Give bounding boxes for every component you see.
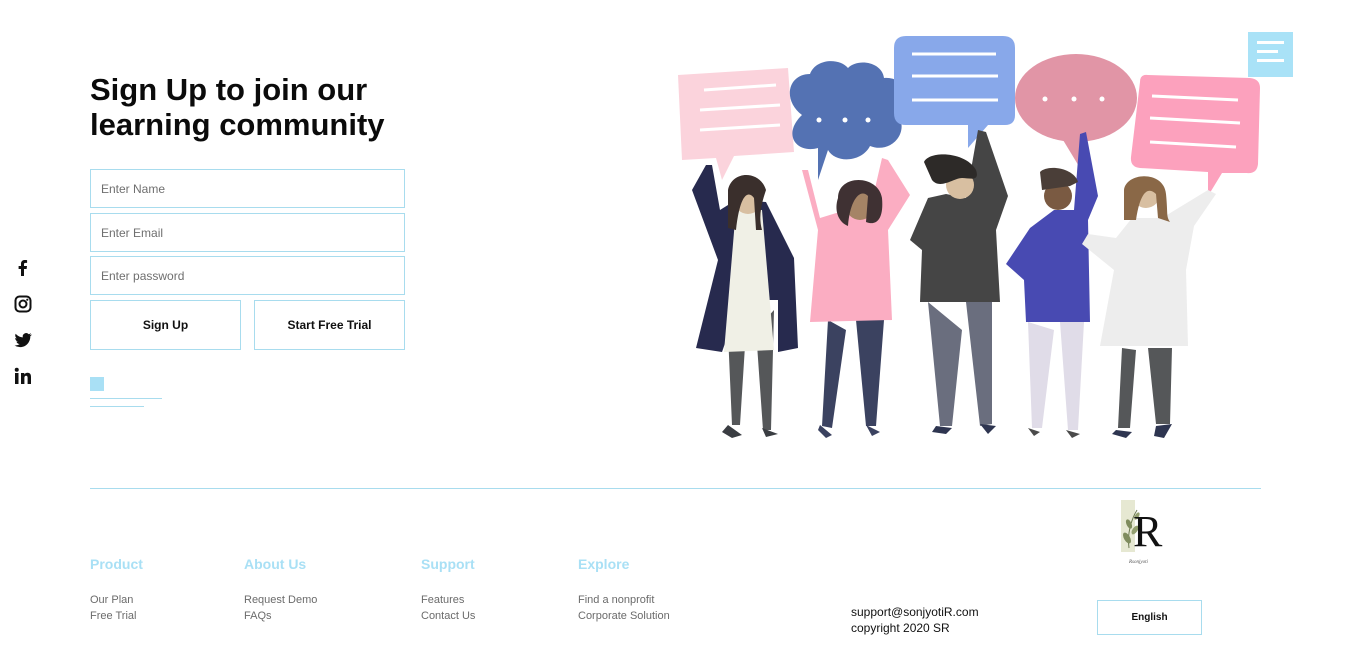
support-email: support@sonjyotiR.com (851, 605, 979, 619)
footer-link-free-trial[interactable]: Free Trial (90, 608, 143, 624)
email-input[interactable] (90, 213, 405, 252)
brand-logo: R Rsonjyoti (1121, 500, 1163, 565)
decorative-square (90, 377, 104, 391)
footer-link-our-plan[interactable]: Our Plan (90, 592, 143, 608)
footer-column-product: Product Our Plan Free Trial (90, 556, 143, 624)
footer-column-explore: Explore Find a nonprofit Corporate Solut… (578, 556, 670, 624)
decorative-line (90, 398, 162, 399)
footer-heading: Explore (578, 556, 630, 572)
footer-heading: Support (421, 556, 475, 572)
copyright-text: copyright 2020 SR (851, 621, 950, 635)
footer-link-features[interactable]: Features (421, 592, 475, 608)
footer-heading: Product (90, 556, 143, 572)
logo-signature: Rsonjyoti (1128, 560, 1148, 565)
footer-link-find-a-nonprofit[interactable]: Find a nonprofit (578, 592, 670, 608)
language-selector[interactable]: English (1097, 600, 1202, 635)
linkedin-icon[interactable] (13, 366, 33, 386)
footer-column-support: Support Features Contact Us (421, 556, 475, 624)
decorative-line (90, 406, 144, 407)
pink-speech-bubble (678, 68, 794, 180)
person-blue-sweater (1006, 132, 1098, 438)
footer-link-faqs[interactable]: FAQs (244, 608, 317, 624)
start-free-trial-button[interactable]: Start Free Trial (254, 300, 405, 350)
footer-link-corporate-solution[interactable]: Corporate Solution (578, 608, 670, 624)
name-input[interactable] (90, 169, 405, 208)
instagram-icon[interactable] (13, 294, 33, 314)
sign-up-button[interactable]: Sign Up (90, 300, 241, 350)
facebook-icon[interactable] (13, 258, 33, 278)
footer-column-about-us: About Us Request Demo FAQs (244, 556, 317, 624)
blue-speech-bubble (894, 36, 1015, 148)
person-dark-grey (910, 130, 1008, 434)
social-sidebar (13, 258, 33, 402)
community-illustration (678, 36, 1260, 438)
footer-link-request-demo[interactable]: Request Demo (244, 592, 317, 608)
person-pink-sweater (802, 158, 910, 438)
person-navy-coat (692, 165, 798, 438)
footer-divider (90, 488, 1261, 489)
rose-speech-bubble (1015, 54, 1137, 168)
footer-link-contact-us[interactable]: Contact Us (421, 608, 475, 624)
footer-heading: About Us (244, 556, 307, 572)
password-input[interactable] (90, 256, 405, 295)
contact-info: support@sonjyotiR.com copyright 2020 SR (851, 604, 979, 636)
logo-letter: R (1133, 507, 1163, 556)
page-title: Sign Up to join our learning community (90, 72, 385, 142)
person-white-sweater (1082, 176, 1216, 438)
twitter-icon[interactable] (13, 330, 33, 350)
